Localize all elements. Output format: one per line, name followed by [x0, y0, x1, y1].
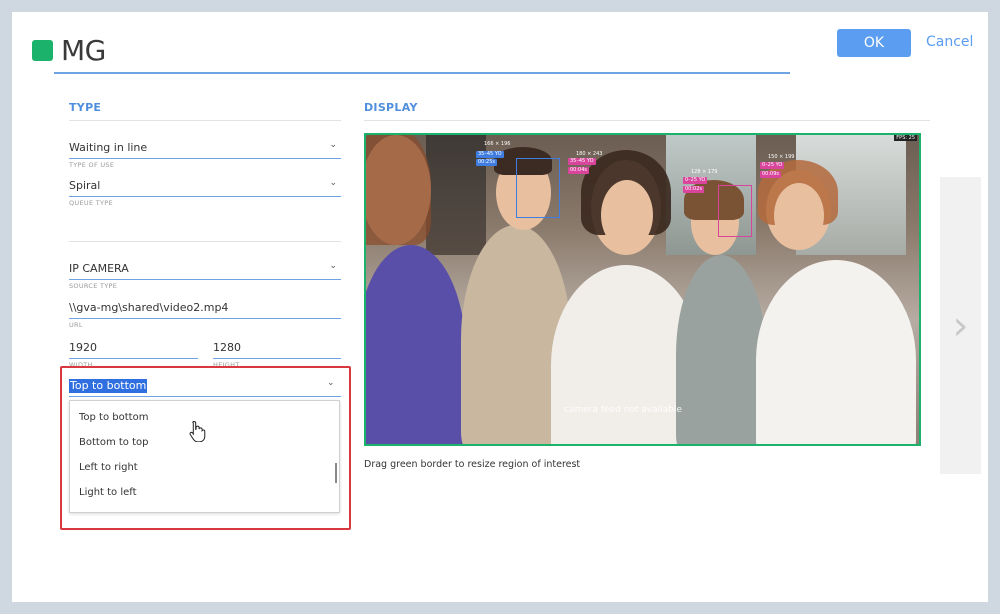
- url-value: \\gva-mg\shared\video2.mp4: [69, 301, 229, 314]
- detection-age: 0–25 YO: [760, 162, 785, 169]
- queue-type-label: QUEUE TYPE: [69, 199, 113, 207]
- type-of-use-value: Waiting in line: [69, 141, 148, 154]
- detection-dims: 180 × 243: [576, 151, 603, 157]
- detection-dims: 166 × 196: [484, 141, 511, 147]
- detection-age: 0–25 YO: [683, 177, 708, 184]
- type-of-use-select[interactable]: Waiting in line ⌄ TYPE OF USE: [69, 140, 341, 169]
- face-box: [718, 185, 752, 237]
- type-section-heading: TYPE: [69, 101, 102, 114]
- width-value: 1920: [69, 341, 97, 354]
- detection-age: 35–45 YO: [568, 158, 596, 165]
- chevron-down-icon: ⌄: [329, 140, 337, 150]
- face-box: [516, 158, 560, 218]
- hand-cursor-icon: [189, 420, 206, 442]
- chevron-right-icon: ›: [952, 302, 969, 349]
- page-title[interactable]: MG: [61, 34, 106, 67]
- detection-time: 00:02s: [683, 186, 705, 193]
- dialog: MG OK Cancel TYPE DISPLAY Waiting in lin…: [12, 12, 988, 602]
- title-area: MG: [32, 34, 106, 67]
- cancel-button[interactable]: Cancel: [926, 34, 973, 50]
- divider: [364, 120, 930, 121]
- title-underline: [54, 72, 790, 74]
- ok-button[interactable]: OK: [837, 29, 911, 57]
- direction-select-value[interactable]: Top to bottom: [69, 379, 148, 393]
- queue-type-select[interactable]: Spiral ⌄ QUEUE TYPE: [69, 178, 341, 207]
- queue-type-value: Spiral: [69, 179, 101, 192]
- chevron-down-icon: ⌄: [329, 261, 337, 271]
- detection-time: 00:04s: [568, 167, 590, 174]
- divider: [69, 120, 341, 121]
- url-field[interactable]: \\gva-mg\shared\video2.mp4 URL: [69, 300, 341, 329]
- camera-preview[interactable]: 166 × 196 35–45 YO 00:25s 180 × 243 35–4…: [364, 133, 921, 446]
- chevron-down-icon[interactable]: ⌄: [327, 378, 335, 388]
- detection-time: 00:25s: [476, 159, 498, 166]
- detection-age: 35–45 YO: [476, 151, 504, 158]
- chevron-down-icon: ⌄: [329, 178, 337, 188]
- url-label: URL: [69, 321, 83, 329]
- direction-dropdown-list: Top to bottom Bottom to top Left to righ…: [69, 400, 340, 513]
- height-field[interactable]: 1280 HEIGHT: [213, 340, 341, 369]
- detection-time: 00:09s: [760, 171, 782, 178]
- scrollbar[interactable]: [335, 463, 337, 483]
- dropdown-option[interactable]: Light to left: [70, 480, 339, 505]
- fps-label: FPS: 25: [894, 135, 917, 141]
- source-type-label: SOURCE TYPE: [69, 282, 118, 290]
- direction-select-underline: [69, 396, 341, 397]
- divider: [69, 241, 341, 242]
- detection-dims: 150 × 199: [768, 154, 795, 160]
- height-value: 1280: [213, 341, 241, 354]
- display-section-heading: DISPLAY: [364, 101, 418, 114]
- detection-dims: 128 × 179: [691, 169, 718, 175]
- next-button[interactable]: ›: [940, 177, 981, 474]
- width-field[interactable]: 1920 WIDTH: [69, 340, 198, 369]
- resize-hint: Drag green border to resize region of in…: [364, 459, 581, 470]
- source-type-select[interactable]: IP CAMERA ⌄ SOURCE TYPE: [69, 261, 341, 290]
- source-type-value: IP CAMERA: [69, 262, 129, 275]
- dropdown-option[interactable]: Left to right: [70, 455, 339, 480]
- type-of-use-label: TYPE OF USE: [69, 161, 115, 169]
- color-swatch[interactable]: [32, 40, 53, 61]
- feed-status-text: camera feed not available: [564, 405, 682, 415]
